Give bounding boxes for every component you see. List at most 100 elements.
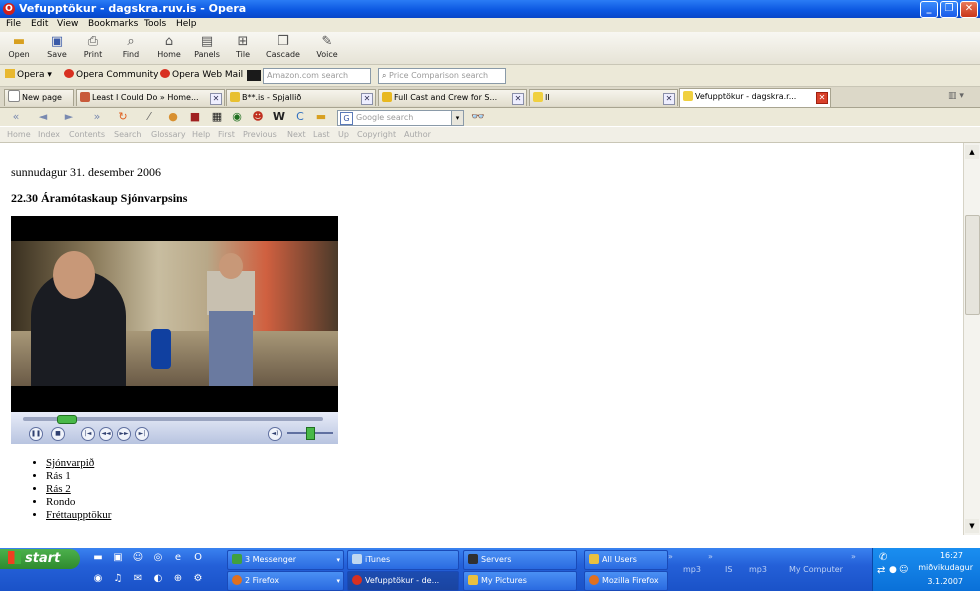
grid-icon[interactable]: ▦ xyxy=(210,110,224,124)
tab-least-i-could-do[interactable]: Least I Could Do » Home... ✕ xyxy=(76,89,225,106)
tab-spjallid[interactable]: B**.is - Spjallið ✕ xyxy=(226,89,376,106)
trash-icon[interactable]: ▥ ▾ xyxy=(948,91,964,101)
opera-folder-button[interactable]: Opera ▾ xyxy=(5,69,52,80)
bookmark-icon[interactable]: ■ xyxy=(188,110,202,124)
nav-link-copyright[interactable]: Copyright xyxy=(357,130,396,139)
channel-link-frettauptokur[interactable]: Fréttaupptökur xyxy=(46,509,111,521)
scrollbar-thumb[interactable] xyxy=(965,215,980,315)
tab-ii[interactable]: II ✕ xyxy=(529,89,678,106)
toolbar-label-mp3[interactable]: mp3 xyxy=(683,565,701,574)
network-icon[interactable]: ⇄ xyxy=(877,565,885,576)
next-icon[interactable]: ►| xyxy=(135,427,149,441)
task-firefox[interactable]: 2 Firefox ▾ xyxy=(227,571,344,591)
volume-icon[interactable]: ✆ xyxy=(879,552,887,563)
volume-handle[interactable] xyxy=(306,427,315,440)
close-button[interactable]: ✕ xyxy=(960,1,978,18)
open-button[interactable]: ▬ Open xyxy=(2,33,36,63)
wikipedia-icon[interactable]: W xyxy=(272,110,286,124)
menu-bookmarks[interactable]: Bookmarks xyxy=(88,19,138,29)
menu-view[interactable]: View xyxy=(57,19,78,29)
task-servers[interactable]: Servers xyxy=(463,550,577,570)
face-icon[interactable]: ☻ xyxy=(251,110,265,124)
outlook-icon[interactable]: ✉ xyxy=(132,573,144,585)
chevron-right-icon[interactable]: » xyxy=(708,552,713,561)
glasses-icon[interactable]: 👓 xyxy=(468,110,488,124)
settings-icon[interactable]: ⚙ xyxy=(192,573,204,585)
pause-icon[interactable]: ❚❚ xyxy=(29,427,43,441)
task-itunes[interactable]: iTunes xyxy=(347,550,459,570)
maximize-button[interactable]: ❐ xyxy=(940,1,958,18)
print-button[interactable]: ⎙ Print xyxy=(76,33,110,63)
previous-icon[interactable]: |◄ xyxy=(81,427,95,441)
cd-icon[interactable]: ◐ xyxy=(152,573,164,585)
tab-close-icon[interactable]: ✕ xyxy=(816,92,828,104)
chevron-right-icon[interactable]: » xyxy=(851,552,856,561)
price-comparison-search-input[interactable]: ⌕ Price Comparison search xyxy=(378,68,506,84)
c-icon[interactable]: C xyxy=(293,110,307,124)
media-icon[interactable]: ◎ xyxy=(152,552,164,564)
messenger-icon[interactable]: ☺ xyxy=(899,565,908,575)
nav-link-contents[interactable]: Contents xyxy=(69,130,105,139)
mute-icon[interactable]: ◄) xyxy=(268,427,282,441)
task-mozilla-firefox[interactable]: Mozilla Firefox xyxy=(584,571,668,591)
panels-button[interactable]: ▤ Panels xyxy=(190,33,224,63)
toolbar-label-is[interactable]: IS xyxy=(725,565,732,574)
tab-vefupptokur[interactable]: Vefupptökur - dagskra.r... ✕ xyxy=(679,88,831,107)
desktop-icon[interactable]: ▣ xyxy=(112,552,124,564)
task-my-pictures[interactable]: My Pictures xyxy=(463,571,577,591)
nav-link-up[interactable]: Up xyxy=(338,130,349,139)
rewind-icon[interactable]: ◄◄ xyxy=(99,427,113,441)
scroll-down-icon[interactable]: ▼ xyxy=(965,519,979,533)
tile-button[interactable]: ⊞ Tile xyxy=(226,33,260,63)
amazon-search-input[interactable]: Amazon.com search xyxy=(263,68,371,84)
chevron-down-icon[interactable]: ▾ xyxy=(451,111,463,125)
scroll-up-icon[interactable]: ▲ xyxy=(965,145,979,159)
firefox-icon[interactable]: ◉ xyxy=(92,573,104,585)
fast-forward-icon[interactable]: ►► xyxy=(117,427,131,441)
nav-link-next[interactable]: Next xyxy=(287,130,306,139)
channel-link-sjonvarpid[interactable]: Sjónvarpið xyxy=(46,457,94,469)
tab-close-icon[interactable]: ✕ xyxy=(663,93,675,105)
home-button[interactable]: ⌂ Home xyxy=(152,33,186,63)
opera-icon[interactable]: O xyxy=(192,552,204,564)
tab-close-icon[interactable]: ✕ xyxy=(512,93,524,105)
channel-link-ras-2[interactable]: Rás 2 xyxy=(46,483,71,495)
tab-close-icon[interactable]: ✕ xyxy=(361,93,373,105)
nav-link-first[interactable]: First xyxy=(218,130,235,139)
menu-edit[interactable]: Edit xyxy=(31,19,48,29)
nav-link-home[interactable]: Home xyxy=(7,130,31,139)
nav-link-glossary[interactable]: Glossary xyxy=(151,130,186,139)
nav-link-last[interactable]: Last xyxy=(313,130,330,139)
imdb-icon[interactable]: ▬ xyxy=(314,110,328,124)
opera-community-link[interactable]: Opera Community xyxy=(64,69,159,80)
task-vefupptokur[interactable]: Vefupptökur - de... xyxy=(347,571,459,591)
notes-icon[interactable]: ● xyxy=(166,110,180,124)
video-player[interactable]: ❚❚ ■ |◄ ◄◄ ►► ►| ◄) xyxy=(11,216,338,444)
tab-imdb-cast[interactable]: Full Cast and Crew for S... ✕ xyxy=(378,89,527,106)
menu-file[interactable]: File xyxy=(6,19,21,29)
ie-icon[interactable]: e xyxy=(172,552,184,564)
toolbar-label-my-computer[interactable]: My Computer xyxy=(789,565,843,574)
task-messenger[interactable]: 3 Messenger ▾ xyxy=(227,550,344,570)
messenger-icon[interactable]: ☺ xyxy=(132,552,144,564)
toolbar-label-mp3[interactable]: mp3 xyxy=(749,565,767,574)
tab-new-page[interactable]: New page xyxy=(4,89,74,106)
back-icon[interactable]: ◄ xyxy=(36,110,50,124)
google-search-input[interactable]: G Google search ▾ xyxy=(337,110,464,126)
stop-icon[interactable]: ■ xyxy=(51,427,65,441)
voice-button[interactable]: ✎ Voice xyxy=(310,33,344,63)
menu-tools[interactable]: Tools xyxy=(144,19,166,29)
vertical-scrollbar[interactable]: ▲ ▼ xyxy=(963,143,980,535)
rewind-icon[interactable]: « xyxy=(9,110,23,124)
itunes-icon[interactable]: ♫ xyxy=(112,573,124,585)
task-all-users[interactable]: All Users xyxy=(584,550,668,570)
wand-icon[interactable]: ⁄ xyxy=(142,110,156,124)
folder-icon[interactable]: ▬ xyxy=(92,552,104,564)
title-bar[interactable]: O Vefupptökur - dagskra.ruv.is - Opera _… xyxy=(0,0,980,18)
nav-link-previous[interactable]: Previous xyxy=(243,130,277,139)
minimize-button[interactable]: _ xyxy=(920,1,938,18)
green-status-icon[interactable]: ● xyxy=(889,565,897,575)
cascade-button[interactable]: ❒ Cascade xyxy=(266,33,300,63)
nav-link-help[interactable]: Help xyxy=(192,130,210,139)
tab-close-icon[interactable]: ✕ xyxy=(210,93,222,105)
